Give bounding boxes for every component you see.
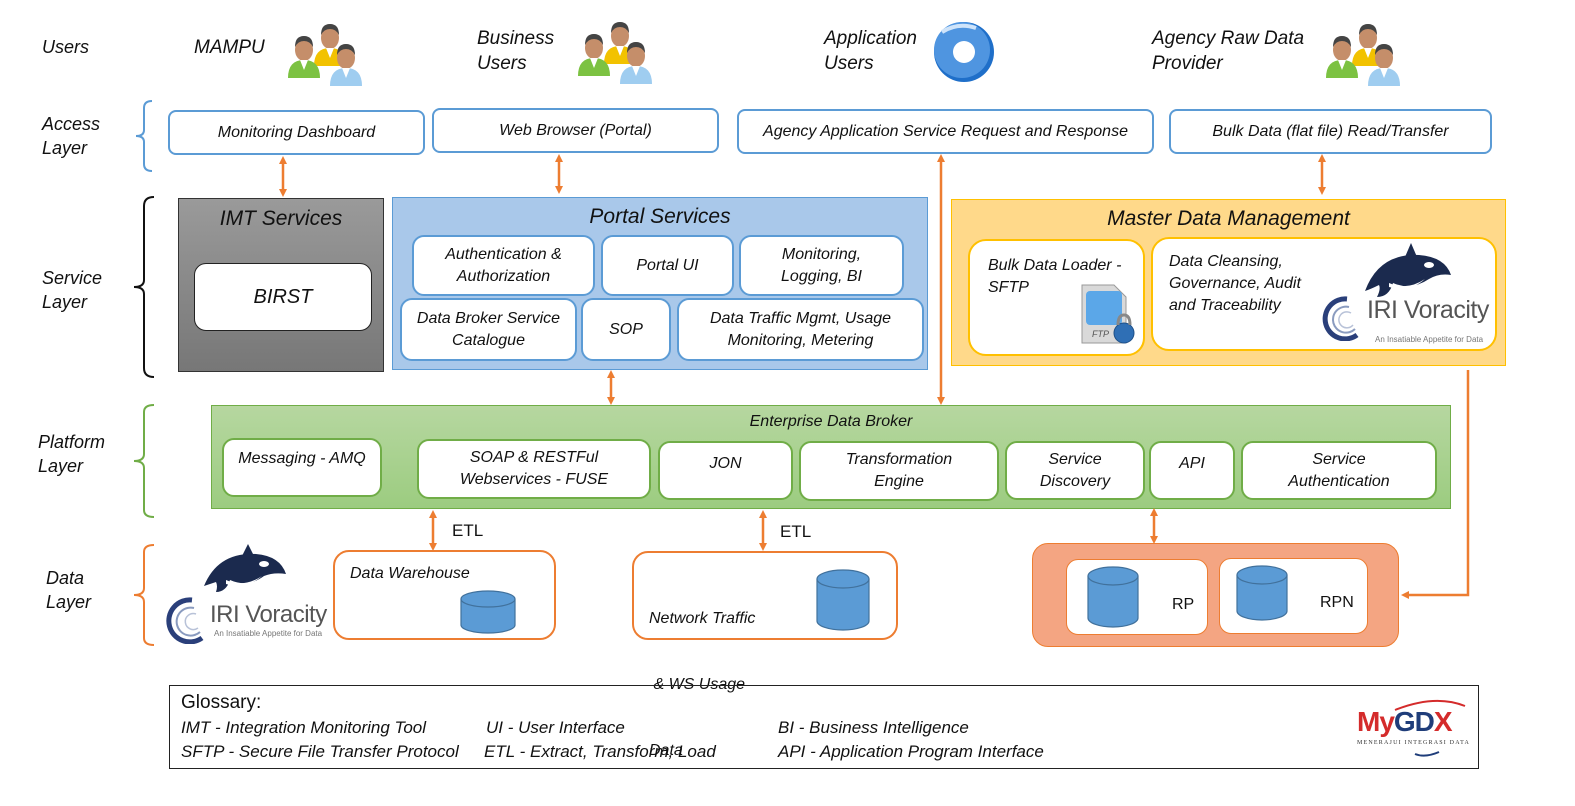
glossary-entry: BI - Business Intelligence — [778, 718, 969, 737]
glossary-entry: IMT - Integration Monitoring Tool — [181, 718, 427, 737]
glossary-entry: API - Application Program Interface — [778, 742, 1044, 761]
glossary-entry: ETL - Extract, Transform, Load — [484, 742, 716, 761]
glossary-box: Glossary: IMT - Integration Monitoring T… — [169, 685, 1479, 769]
mygdx-tagline: MENERAJUI INTEGRASI DATA — [1357, 740, 1470, 746]
arrow-mdm-rpn — [1401, 370, 1470, 599]
glossary-entry: UI - User Interface — [486, 718, 625, 737]
mygdx-logo: MyGDX MENERAJUI INTEGRASI DATA — [1355, 696, 1470, 760]
mygdx-wordmark: MyGDX — [1357, 706, 1453, 737]
connector-arrows — [279, 154, 1470, 599]
glossary-entry: SFTP - Secure File Transfer Protocol — [181, 742, 459, 761]
glossary-title: Glossary: — [181, 692, 262, 713]
